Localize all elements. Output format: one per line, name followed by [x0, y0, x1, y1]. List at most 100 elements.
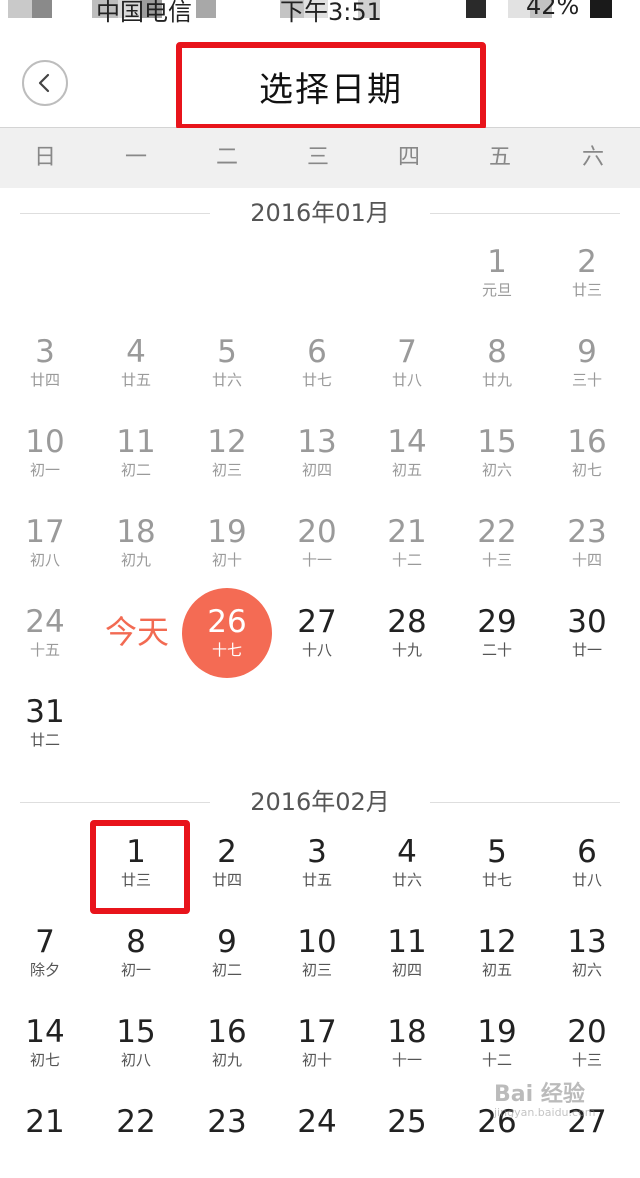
- calendar-day[interactable]: 3 廿五: [272, 818, 362, 908]
- calendar-day[interactable]: 4 廿六: [362, 818, 452, 908]
- calendar-day[interactable]: 29 二十: [452, 588, 542, 678]
- day-number: 12: [207, 424, 247, 460]
- lunar-date: 初八: [29, 551, 60, 569]
- day-number: 2: [217, 834, 237, 870]
- calendar-day[interactable]: 16 初七: [542, 408, 632, 498]
- title-highlight-box: 选择日期: [176, 42, 486, 130]
- today-label: 今天: [104, 613, 169, 651]
- calendar-day[interactable]: 18 初九: [91, 498, 181, 588]
- calendar-day[interactable]: 8 初一: [91, 908, 181, 998]
- calendar-day[interactable]: 30 廿一: [542, 588, 632, 678]
- month-title: 2016年02月: [250, 788, 390, 816]
- calendar-day[interactable]: 2 廿四: [182, 818, 272, 908]
- calendar-day[interactable]: 28 十九: [362, 588, 452, 678]
- calendar-day[interactable]: 4 廿五: [91, 318, 181, 408]
- calendar-day[interactable]: 6 廿八: [542, 818, 632, 908]
- weekday-mon: 一: [124, 145, 147, 170]
- lunar-date: 廿八: [391, 371, 422, 389]
- calendar-day[interactable]: 5 廿六: [182, 318, 272, 408]
- calendar-day[interactable]: 18 十一: [362, 998, 452, 1088]
- day-number: 1: [487, 244, 507, 280]
- calendar-day[interactable]: 12 初五: [452, 908, 542, 998]
- calendar-day[interactable]: 15 初六: [452, 408, 542, 498]
- calendar-day[interactable]: 19 初十: [182, 498, 272, 588]
- calendar-day[interactable]: 21 十二: [362, 498, 452, 588]
- calendar-day[interactable]: 31 廿二: [0, 678, 90, 768]
- calendar-day[interactable]: 24 十五: [0, 588, 90, 678]
- calendar-day[interactable]: 11 初四: [362, 908, 452, 998]
- weekday-tue: 二: [215, 145, 238, 170]
- day-number: 13: [297, 424, 337, 460]
- calendar-day[interactable]: 12 初三: [182, 408, 272, 498]
- lunar-date: 廿三: [571, 281, 602, 299]
- calendar-day[interactable]: 17 初八: [0, 498, 90, 588]
- lunar-date: 十五: [29, 641, 60, 659]
- calendar-day[interactable]: 24: [272, 1088, 362, 1178]
- calendar-day[interactable]: 14 初七: [0, 998, 90, 1088]
- lunar-date: 十七: [211, 641, 242, 659]
- calendar-day[interactable]: 25: [362, 1088, 452, 1178]
- day-number: 9: [217, 924, 237, 960]
- calendar-day[interactable]: 22 十三: [452, 498, 542, 588]
- calendar-day[interactable]: 16 初九: [182, 998, 272, 1088]
- calendar-day[interactable]: 10 初三: [272, 908, 362, 998]
- calendar-day[interactable]: 23 十四: [542, 498, 632, 588]
- calendar-day[interactable]: 8 廿九: [452, 318, 542, 408]
- lunar-date: 十一: [391, 1051, 422, 1069]
- lunar-date: 初二: [120, 461, 151, 479]
- status-time: 下午3:51: [280, 0, 382, 26]
- calendar-day[interactable]: 27 十八: [272, 588, 362, 678]
- day-number: 6: [307, 334, 327, 370]
- calendar-day[interactable]: 22: [91, 1088, 181, 1178]
- back-button[interactable]: [22, 60, 68, 106]
- day-number: 16: [207, 1014, 247, 1050]
- day-number: 16: [567, 424, 607, 460]
- lunar-date: 廿五: [120, 371, 151, 389]
- calendar-day[interactable]: 20 十一: [272, 498, 362, 588]
- header: 选择日期: [0, 30, 640, 130]
- divider-line: [430, 802, 620, 803]
- calendar-day[interactable]: 23: [182, 1088, 272, 1178]
- status-bar: 中国电信 下午3:51 42%: [0, 0, 640, 30]
- calendar-day[interactable]: 9 初二: [182, 908, 272, 998]
- calendar-day[interactable]: 26 十七: [182, 588, 272, 678]
- lunar-date: 初八: [120, 1051, 151, 1069]
- day-number: 17: [25, 514, 65, 550]
- lunar-date: 初三: [211, 461, 242, 479]
- day-number: 7: [35, 924, 55, 960]
- day-number: 10: [297, 924, 337, 960]
- lunar-date: 廿七: [481, 871, 512, 889]
- calendar-day[interactable]: 10 初一: [0, 408, 90, 498]
- day-number: 14: [25, 1014, 65, 1050]
- calendar-day[interactable]: 15 初八: [91, 998, 181, 1088]
- calendar-day[interactable]: 1 元旦: [452, 228, 542, 318]
- lunar-date: 廿一: [571, 641, 602, 659]
- calendar-day[interactable]: 1 廿三: [91, 818, 181, 908]
- calendar-day[interactable]: 5 廿七: [452, 818, 542, 908]
- calendar-day[interactable]: 2 廿三: [542, 228, 632, 318]
- day-number: 15: [477, 424, 517, 460]
- calendar-day[interactable]: 14 初五: [362, 408, 452, 498]
- day-number: 12: [477, 924, 517, 960]
- day-number: 8: [126, 924, 146, 960]
- calendar-day[interactable]: 7 除夕: [0, 908, 90, 998]
- lunar-date: 十三: [481, 551, 512, 569]
- calendar-day[interactable]: 3 廿四: [0, 318, 90, 408]
- chevron-left-icon: [38, 73, 50, 93]
- calendar-day[interactable]: 13 初六: [542, 908, 632, 998]
- day-number: 22: [477, 514, 517, 550]
- calendar-day[interactable]: 6 廿七: [272, 318, 362, 408]
- baidu-watermark: Bai 经验 jingyan.baidu.com: [480, 1062, 630, 1122]
- day-number: 11: [387, 924, 427, 960]
- calendar-day[interactable]: 7 廿八: [362, 318, 452, 408]
- day-number: 21: [387, 514, 427, 550]
- day-number: 28: [387, 604, 427, 640]
- lunar-date: 廿八: [571, 871, 602, 889]
- calendar-day[interactable]: 13 初四: [272, 408, 362, 498]
- calendar-day[interactable]: 21: [0, 1088, 90, 1178]
- calendar-day[interactable]: 9 三十: [542, 318, 632, 408]
- lunar-date: 初二: [211, 961, 242, 979]
- calendar-day[interactable]: 17 初十: [272, 998, 362, 1088]
- lunar-date: 初十: [211, 551, 242, 569]
- calendar-day[interactable]: 11 初二: [91, 408, 181, 498]
